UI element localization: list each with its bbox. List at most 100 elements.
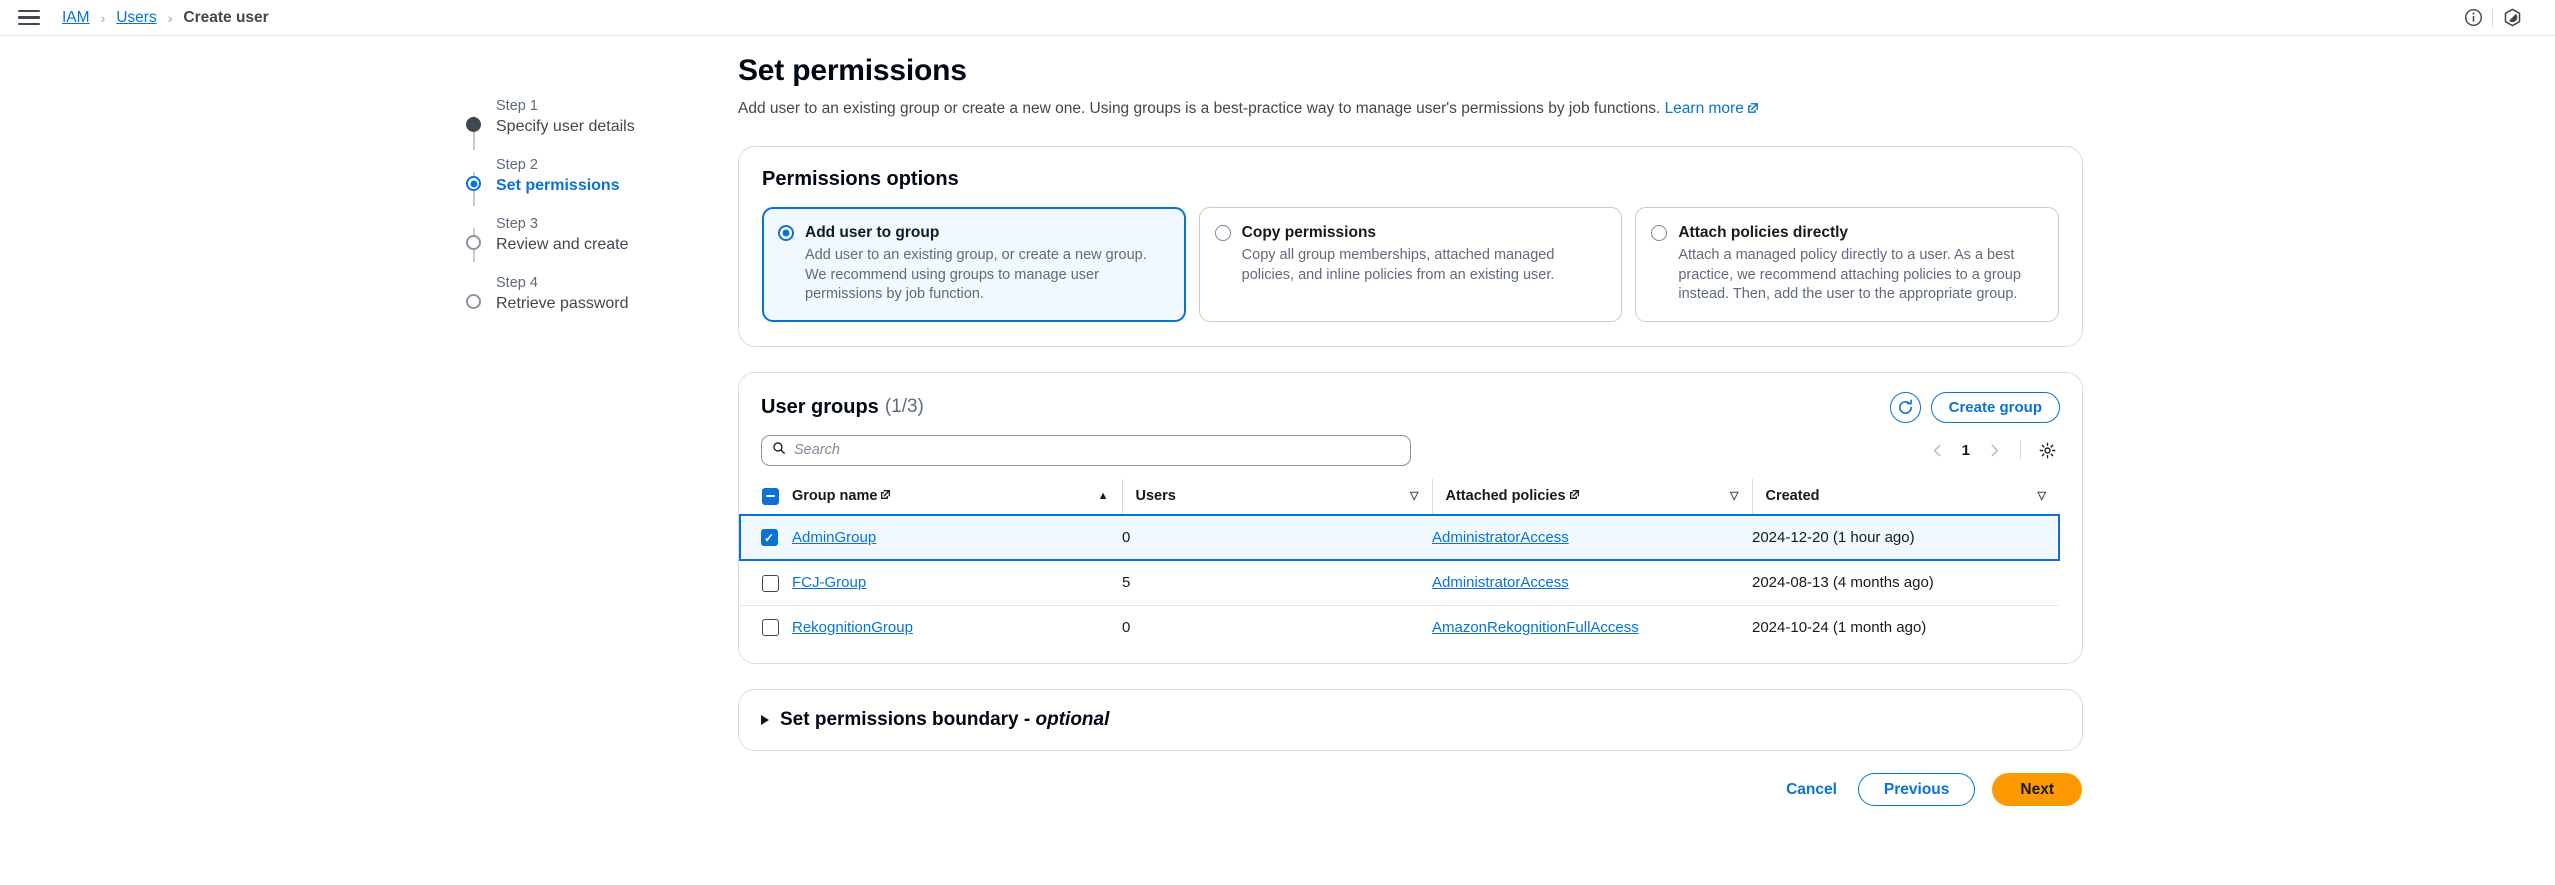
row-select-cell: ✓ xyxy=(739,513,792,562)
permissions-options-panel: Permissions options Add user to group Ad… xyxy=(738,146,2083,347)
table-row[interactable]: RekognitionGroup 0 AmazonRekognitionFull… xyxy=(740,605,2059,649)
step-indicator-pending-icon xyxy=(466,235,481,250)
breadcrumb-item-users[interactable]: Users xyxy=(116,9,156,27)
group-name-link[interactable]: RekognitionGroup xyxy=(792,619,913,636)
card-title: Attach policies directly xyxy=(1678,224,1849,241)
cell-group-name: FCJ-Group xyxy=(792,560,1122,606)
attached-policy-link[interactable]: AdministratorAccess xyxy=(1432,574,1569,591)
stepper-step-set-permissions[interactable]: Step 2 Set permissions xyxy=(458,155,738,197)
user-groups-count: (1/3) xyxy=(884,396,924,417)
user-groups-actions: Create group xyxy=(1889,391,2060,423)
external-link-icon xyxy=(1569,488,1580,504)
step-indicator-current-icon xyxy=(466,176,481,191)
cell-attached-policies: AdministratorAccess xyxy=(1432,560,1752,606)
cell-users: 5 xyxy=(1122,560,1432,606)
cell-group-name: AdminGroup xyxy=(792,513,1122,562)
radio-button-attach-policies-directly[interactable] xyxy=(1651,225,1668,241)
gear-icon[interactable] xyxy=(2034,437,2060,463)
search-input[interactable] xyxy=(794,442,1400,458)
user-groups-panel: User groups (1/3) Create group Search 1 … xyxy=(738,371,2083,665)
top-navigation-bar: IAM › Users › Create user xyxy=(0,0,2555,36)
group-name-link[interactable]: FCJ-Group xyxy=(792,574,866,591)
breadcrumb: IAM › Users › Create user xyxy=(62,9,269,27)
step-number: Step 3 xyxy=(496,216,538,232)
permissions-boundary-accordion[interactable]: Set permissions boundary - optional xyxy=(738,689,2083,752)
external-link-icon xyxy=(880,488,891,504)
permissions-boundary-label: Set permissions boundary - optional xyxy=(780,709,1109,731)
row-checkbox[interactable] xyxy=(762,619,779,637)
refresh-icon[interactable] xyxy=(1889,391,1921,423)
permissions-options-title: Permissions options xyxy=(762,168,959,190)
main-content: Set permissions Add user to an existing … xyxy=(738,54,2083,807)
table-row[interactable]: ✓ AdminGroup 0 AdministratorAccess 2024-… xyxy=(739,513,2060,562)
row-select-cell xyxy=(740,605,792,649)
table-header-group-name[interactable]: Group name ▲ xyxy=(792,478,1122,515)
create-group-button[interactable]: Create group xyxy=(1930,391,2060,423)
column-label: Created xyxy=(1765,488,1820,504)
sort-descending-icon[interactable]: ▽ xyxy=(2038,490,2046,502)
column-label: Group name xyxy=(792,488,878,504)
breadcrumb-separator-icon: › xyxy=(100,9,106,26)
cell-group-name: RekognitionGroup xyxy=(792,605,1122,649)
permission-option-copy-permissions[interactable]: Copy permissions Copy all group membersh… xyxy=(1198,207,1623,322)
breadcrumb-separator-icon: › xyxy=(167,9,173,26)
card-description: Copy all group memberships, attached man… xyxy=(1241,247,1555,283)
select-all-checkbox[interactable] xyxy=(762,487,779,505)
table-header-created[interactable]: Created ▽ xyxy=(1751,478,2059,515)
user-groups-toolbar: 1 xyxy=(739,423,2082,479)
column-label: Users xyxy=(1135,488,1176,504)
hamburger-menu-icon[interactable] xyxy=(18,9,40,26)
page-description-text: Add user to an existing group or create … xyxy=(738,100,1661,117)
card-description: Add user to an existing group, or create… xyxy=(805,247,1147,302)
permissions-options-cards: Add user to group Add user to an existin… xyxy=(762,207,2060,322)
next-button[interactable]: Next xyxy=(1992,773,2082,807)
step-label: Retrieve password xyxy=(496,295,629,312)
sort-ascending-icon[interactable]: ▲ xyxy=(1098,490,1109,502)
user-groups-header: User groups (1/3) Create group xyxy=(739,373,2082,423)
row-checkbox[interactable] xyxy=(762,574,779,592)
group-name-link[interactable]: AdminGroup xyxy=(792,529,876,546)
radio-button-add-user-to-group[interactable] xyxy=(778,225,794,241)
cancel-button[interactable]: Cancel xyxy=(1782,775,1841,805)
learn-more-link[interactable]: Learn more xyxy=(1665,100,1744,117)
pagination-controls: 1 xyxy=(1925,437,2060,463)
table-header: Group name ▲ Users ▽ Attached policies ▽… xyxy=(740,478,2059,515)
chevron-left-icon[interactable] xyxy=(1925,437,1951,463)
step-indicator-done-icon xyxy=(466,117,481,132)
boundary-optional-text: optional xyxy=(1035,709,1110,731)
sort-descending-icon[interactable]: ▽ xyxy=(1730,490,1738,502)
page-body: Step 1 Specify user details Step 2 Set p… xyxy=(0,36,2555,807)
row-checkbox[interactable]: ✓ xyxy=(760,529,778,547)
row-select-cell xyxy=(740,560,792,606)
breadcrumb-item-iam[interactable]: IAM xyxy=(62,9,90,27)
user-groups-table: Group name ▲ Users ▽ Attached policies ▽… xyxy=(739,478,2060,650)
page-description: Add user to an existing group or create … xyxy=(738,98,2083,121)
previous-button[interactable]: Previous xyxy=(1857,773,1976,807)
step-label: Review and create xyxy=(496,236,629,253)
card-description: Attach a managed policy directly to a us… xyxy=(1678,247,2021,302)
attached-policy-link[interactable]: AmazonRekognitionFullAccess xyxy=(1432,619,1639,636)
table-header-users[interactable]: Users ▽ xyxy=(1121,478,1432,515)
settings-hexagon-icon[interactable] xyxy=(2493,0,2531,36)
info-circle-icon[interactable] xyxy=(2454,0,2492,36)
attached-policy-link[interactable]: AdministratorAccess xyxy=(1432,529,1569,546)
stepper-step-specify-user-details[interactable]: Step 1 Specify user details xyxy=(458,96,738,138)
permission-option-attach-policies-directly[interactable]: Attach policies directly Attach a manage… xyxy=(1635,207,2060,322)
table-row[interactable]: FCJ-Group 5 AdministratorAccess 2024-08-… xyxy=(740,560,2059,606)
sort-descending-icon[interactable]: ▽ xyxy=(1410,490,1418,502)
boundary-label-text: Set permissions boundary - xyxy=(780,709,1036,731)
table-header-attached-policies[interactable]: Attached policies ▽ xyxy=(1431,478,1752,515)
wizard-stepper: Step 1 Specify user details Step 2 Set p… xyxy=(458,54,738,806)
cell-users: 0 xyxy=(1122,513,1432,562)
radio-button-copy-permissions[interactable] xyxy=(1214,225,1231,241)
stepper-step-retrieve-password[interactable]: Step 4 Retrieve password xyxy=(458,273,738,315)
permission-option-add-user-to-group[interactable]: Add user to group Add user to an existin… xyxy=(762,207,1186,322)
stepper-step-review-and-create[interactable]: Step 3 Review and create xyxy=(458,214,738,256)
card-title: Copy permissions xyxy=(1241,224,1377,241)
external-link-icon xyxy=(1747,99,1759,121)
chevron-right-icon[interactable] xyxy=(1981,437,2007,463)
search-box[interactable] xyxy=(761,434,1411,466)
toolbar-divider xyxy=(2020,440,2021,460)
step-indicator-pending-icon xyxy=(466,294,481,309)
page-number[interactable]: 1 xyxy=(1956,442,1976,459)
